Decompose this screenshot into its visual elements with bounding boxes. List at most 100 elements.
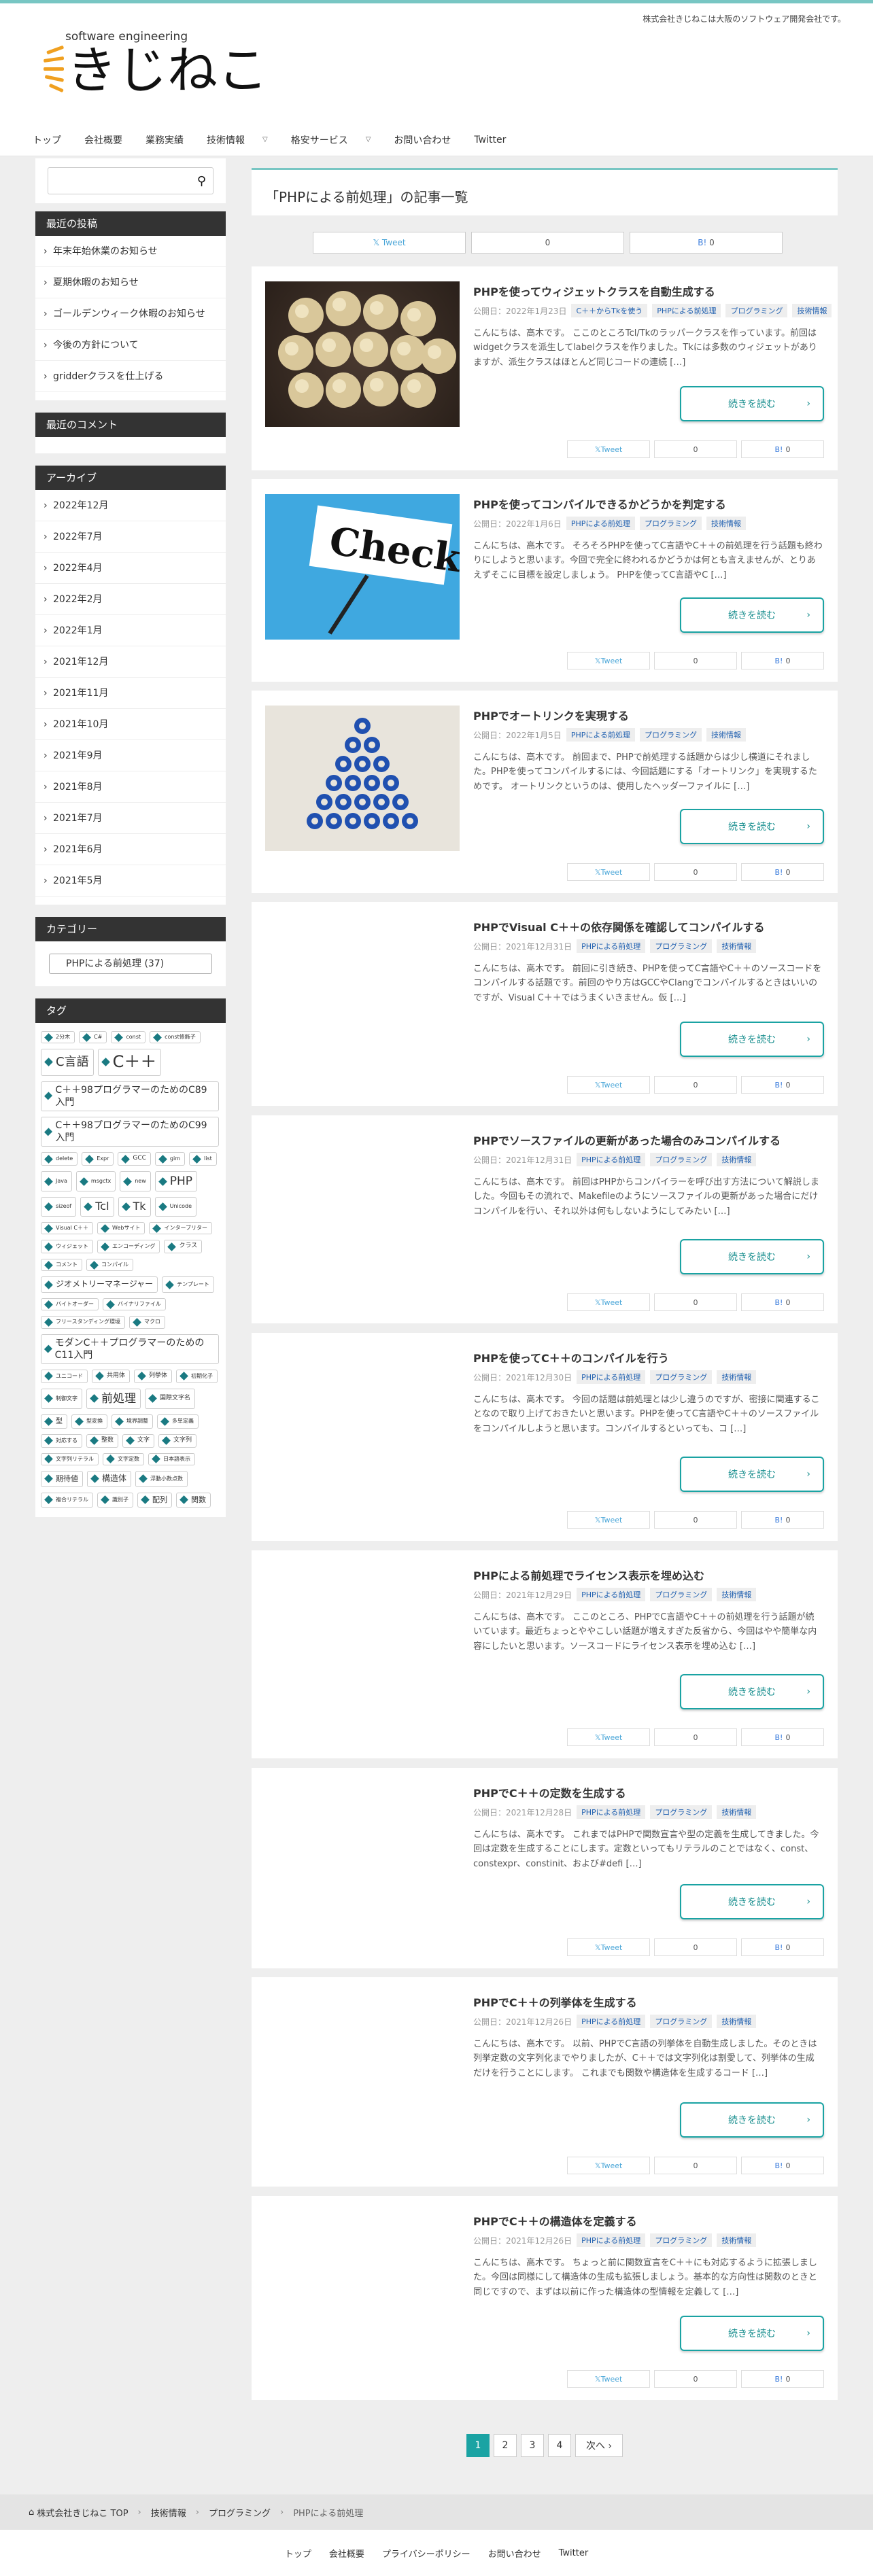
tag-link[interactable]: 型	[41, 1414, 67, 1429]
archive-link[interactable]: 2022年2月	[35, 584, 226, 615]
read-more-button[interactable]: 続きを読む ›	[680, 1674, 824, 1709]
post-category[interactable]: プログラミング	[640, 728, 702, 742]
tag-link[interactable]: 文字	[122, 1433, 155, 1448]
post-category[interactable]: プログラミング	[650, 1370, 713, 1384]
tweet-button[interactable]: 𝕏 Tweet	[567, 652, 650, 669]
tweet-button[interactable]: 𝕏 Tweet	[313, 232, 466, 254]
tweet-button[interactable]: 𝕏 Tweet	[567, 1938, 650, 1956]
page-2-button[interactable]: 2	[494, 2434, 517, 2457]
nav-item-works[interactable]: 業務実績	[146, 133, 184, 147]
tweet-button[interactable]: 𝕏 Tweet	[567, 440, 650, 458]
post-title[interactable]: PHPでC＋＋の構造体を定義する	[473, 2212, 637, 2229]
hatena-button[interactable]: B! 0	[741, 1938, 824, 1956]
archive-link[interactable]: 2021年8月	[35, 771, 226, 803]
post-thumbnail[interactable]	[265, 706, 460, 851]
tag-link[interactable]: ジオメトリーマネージャー	[41, 1276, 158, 1293]
tag-link[interactable]: Tcl	[80, 1197, 114, 1217]
tag-link[interactable]: C＋＋98プログラマーのためのC99入門	[41, 1116, 219, 1147]
tag-link[interactable]: 複合リテラル	[41, 1492, 93, 1508]
hatena-button[interactable]: B! 0	[741, 1511, 824, 1529]
breadcrumb-tech[interactable]: 技術情報	[151, 2506, 186, 2519]
post-category[interactable]: 技術情報	[717, 1805, 757, 1819]
tag-link[interactable]: gim	[154, 1152, 185, 1166]
search-icon[interactable]: ⚲	[197, 174, 206, 188]
recent-post-link[interactable]: 年末年始休業のお知らせ	[35, 236, 226, 267]
post-category[interactable]: PHPによる前処理	[577, 2015, 646, 2028]
tag-link[interactable]: 期待値	[41, 1470, 83, 1487]
nav-item-top[interactable]: トップ	[33, 133, 61, 147]
recent-post-link[interactable]: ゴールデンウィーク休暇のお知らせ	[35, 298, 226, 330]
post-category[interactable]: プログラミング	[650, 1153, 713, 1166]
post-thumbnail[interactable]: Check	[265, 494, 464, 640]
read-more-button[interactable]: 続きを読む ›	[680, 1457, 824, 1492]
tag-link[interactable]: GCC	[118, 1152, 151, 1166]
tag-link[interactable]: 制御文字	[41, 1388, 82, 1409]
post-category[interactable]: C＋＋からTkを使う	[571, 304, 648, 317]
post-title[interactable]: PHPによる前処理でライセンス表示を埋め込む	[473, 1567, 704, 1583]
post-category[interactable]: PHPによる前処理	[577, 1588, 646, 1601]
tag-link[interactable]: sizeof	[41, 1197, 77, 1217]
tag-link[interactable]: テンプレート	[162, 1276, 214, 1293]
recent-post-link[interactable]: 夏期休暇のお知らせ	[35, 267, 226, 298]
tag-link[interactable]: 前処理	[86, 1388, 141, 1409]
post-category[interactable]: 技術情報	[717, 2015, 757, 2028]
post-category[interactable]: プログラミング	[650, 1588, 713, 1601]
post-thumbnail[interactable]	[265, 281, 460, 427]
footer-link-twitter[interactable]: Twitter	[559, 2548, 589, 2558]
post-title[interactable]: PHPを使ってC＋＋のコンパイルを行う	[473, 1349, 669, 1365]
tag-link[interactable]: 文字列リテラル	[41, 1452, 99, 1465]
post-title[interactable]: PHPでソースファイルの更新があった場合のみコンパイルする	[473, 1132, 781, 1148]
category-select[interactable]: PHPによる前処理 (37)	[49, 954, 212, 974]
tag-link[interactable]: 浮動小数点数	[135, 1470, 188, 1487]
archive-link[interactable]: 2022年7月	[35, 521, 226, 553]
tag-link[interactable]: Java	[41, 1171, 72, 1192]
read-more-button[interactable]: 続きを読む ›	[680, 2102, 824, 2138]
footer-link-about[interactable]: 会社概要	[329, 2547, 364, 2560]
next-page-button[interactable]: 次へ ›	[575, 2434, 623, 2457]
hatena-button[interactable]: B! 0	[741, 652, 824, 669]
tag-link[interactable]: 型変換	[71, 1414, 107, 1429]
tweet-count[interactable]: 0	[654, 2370, 737, 2388]
breadcrumb-home[interactable]: 株式会社きじねこ TOP	[37, 2506, 128, 2519]
tweet-button[interactable]: 𝕏 Tweet	[567, 863, 650, 881]
tag-link[interactable]: インターブリター	[149, 1221, 212, 1235]
post-category[interactable]: プログラミング	[650, 939, 713, 953]
archive-link[interactable]: 2021年5月	[35, 865, 226, 897]
tweet-count[interactable]: 0	[654, 1728, 737, 1746]
tag-link[interactable]: 関数	[176, 1492, 211, 1508]
post-category[interactable]: PHPによる前処理	[652, 304, 721, 317]
post-category[interactable]: 技術情報	[717, 1588, 757, 1601]
page-1-button[interactable]: 1	[466, 2434, 490, 2457]
archive-link[interactable]: 2021年6月	[35, 834, 226, 865]
archive-link[interactable]: 2022年1月	[35, 615, 226, 646]
footer-link-top[interactable]: トップ	[285, 2547, 311, 2560]
tag-link[interactable]: 識別子	[97, 1492, 133, 1508]
hatena-button[interactable]: B! 0	[741, 1076, 824, 1094]
nav-item-service[interactable]: 格安サービス ▽	[291, 133, 371, 147]
archive-link[interactable]: 2021年10月	[35, 709, 226, 740]
tag-link[interactable]: delete	[41, 1152, 78, 1166]
tweet-count[interactable]: 0	[654, 2157, 737, 2174]
tag-link[interactable]: Unicode	[154, 1197, 197, 1217]
tweet-button[interactable]: 𝕏 Tweet	[567, 1728, 650, 1746]
nav-item-twitter[interactable]: Twitter	[474, 135, 506, 145]
tweet-count[interactable]: 0	[654, 1076, 737, 1094]
post-category[interactable]: PHPによる前処理	[566, 517, 636, 530]
tag-link[interactable]: C＋＋98プログラマーのためのC89入門	[41, 1081, 219, 1111]
read-more-button[interactable]: 続きを読む ›	[680, 809, 824, 844]
tag-link[interactable]: 列挙体	[134, 1370, 173, 1383]
read-more-button[interactable]: 続きを読む ›	[680, 1022, 824, 1057]
post-category[interactable]: 技術情報	[706, 517, 747, 530]
hatena-button[interactable]: B! 0	[741, 1293, 824, 1311]
tweet-count[interactable]: 0	[654, 863, 737, 881]
post-category[interactable]: プログラミング	[640, 517, 702, 530]
tag-link[interactable]: フリースタンディング環境	[41, 1316, 126, 1329]
tweet-button[interactable]: 𝕏 Tweet	[567, 1293, 650, 1311]
breadcrumb-programming[interactable]: プログラミング	[209, 2506, 271, 2519]
post-category[interactable]: プログラミング	[650, 2233, 713, 2247]
tag-link[interactable]: Tk	[118, 1197, 151, 1217]
post-category[interactable]: プログラミング	[650, 1805, 713, 1819]
post-category[interactable]: 技術情報	[717, 1153, 757, 1166]
tag-link[interactable]: バイトオーダー	[41, 1298, 99, 1311]
tag-link[interactable]: 整数	[86, 1433, 119, 1448]
